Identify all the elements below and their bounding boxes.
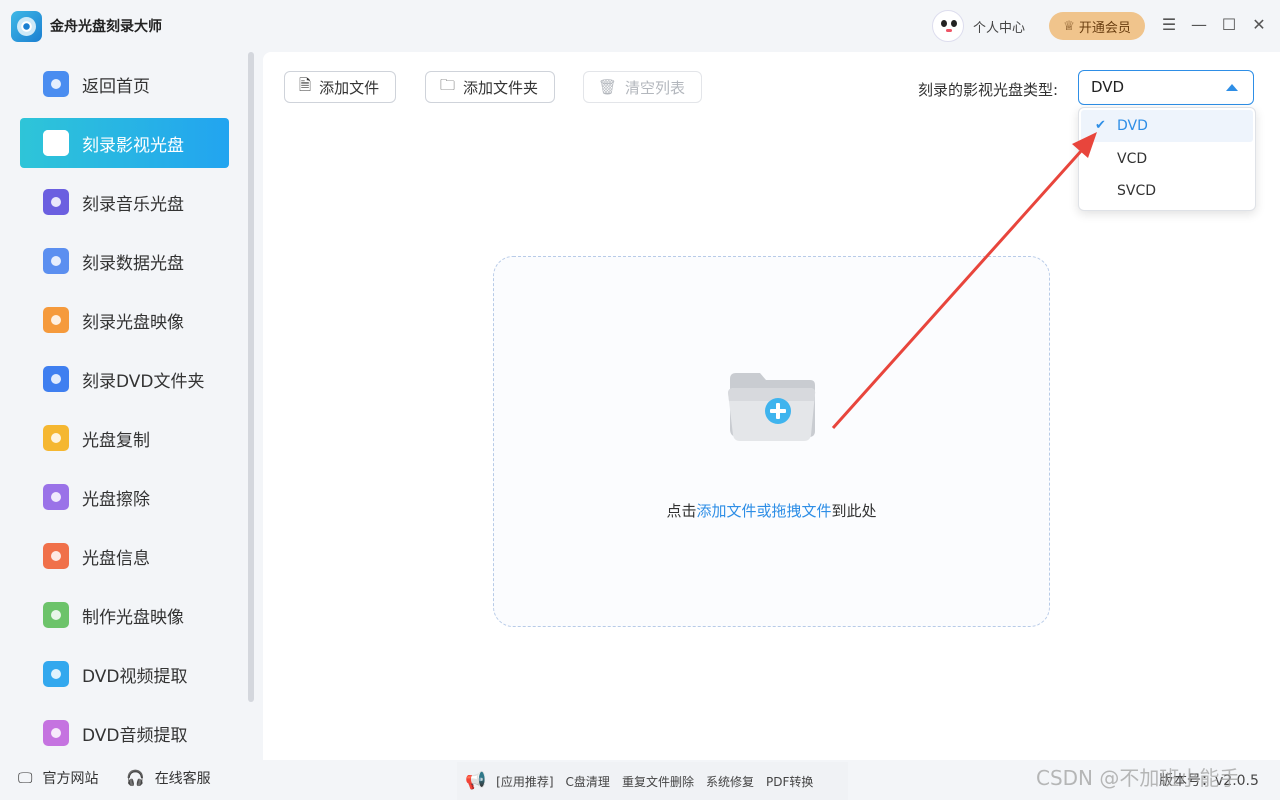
recommend-system-repair[interactable]: 系统修复	[706, 773, 754, 790]
add-file-label: 添加文件	[319, 78, 380, 97]
app-logo-icon	[11, 11, 42, 42]
dvd-audio-extract-icon	[43, 720, 69, 746]
disc-type-value: DVD	[1091, 78, 1125, 96]
user-center-button[interactable]: 个人中心	[932, 10, 1025, 42]
file-icon: 🗎	[299, 75, 312, 94]
sidebar-item-disc-erase[interactable]: 光盘擦除	[20, 472, 229, 522]
sidebar-item-label: 光盘信息	[82, 548, 150, 569]
online-support-link[interactable]: 🎧 在线客服	[126, 766, 211, 790]
add-folder-label: 添加文件夹	[463, 78, 539, 97]
sidebar-item-label: 刻录DVD文件夹	[82, 371, 205, 392]
main-panel: 🗎 添加文件 🗀 添加文件夹 🗑 清空列表 刻录的影视光盘类型: DVD ✔ D…	[263, 52, 1280, 760]
sidebar-item-dvd-folder[interactable]: 刻录DVD文件夹	[20, 354, 229, 404]
monitor-icon: 🖵	[18, 769, 33, 787]
make-image-icon	[43, 602, 69, 628]
clear-list-button[interactable]: 🗑 清空列表	[583, 71, 703, 103]
close-icon[interactable]: ✕	[1249, 14, 1269, 36]
drop-zone-hint: 点击添加文件或拖拽文件到此处	[666, 502, 877, 520]
menu-icon[interactable]: ☰	[1159, 14, 1179, 36]
sidebar: 返回首页刻录影视光盘 刻录音乐光盘 刻录数据光盘 刻录光盘映像 刻录DVD文件夹 光盘复制…	[0, 52, 256, 760]
title-bar: 金舟光盘刻录大师 个人中心 ♕ 开通会员 ☰ — ☐ ✕	[0, 0, 1280, 52]
sidebar-item-data-disc[interactable]: 刻录数据光盘	[20, 236, 229, 286]
sidebar-item-make-image[interactable]: 制作光盘映像	[20, 590, 229, 640]
recommend-c-drive-clean[interactable]: C盘清理	[566, 773, 610, 790]
add-file-link[interactable]: 添加文件或拖拽文件	[696, 502, 831, 520]
minimize-icon[interactable]: —	[1189, 14, 1209, 36]
sidebar-item-label: 刻录光盘映像	[82, 312, 184, 333]
home-icon	[43, 71, 69, 97]
sidebar-item-dvd-audio-extract[interactable]: DVD音频提取	[20, 708, 229, 758]
recommend-duplicate-remover[interactable]: 重复文件删除	[622, 773, 694, 790]
recommend-pdf-convert[interactable]: PDF转换	[766, 773, 813, 790]
folder-icon: 🗀	[440, 75, 456, 94]
recommend-tag: [应用推荐]	[496, 774, 554, 789]
sidebar-item-label: 刻录音乐光盘	[82, 194, 184, 215]
watermark: CSDN @不加班小能手	[1036, 766, 1240, 790]
add-file-button[interactable]: 🗎 添加文件	[284, 71, 397, 103]
file-drop-zone[interactable]: 点击添加文件或拖拽文件到此处	[493, 256, 1050, 627]
avatar	[932, 10, 964, 42]
sidebar-item-label: 光盘擦除	[82, 489, 150, 510]
disc-info-icon	[43, 543, 69, 569]
maximize-icon[interactable]: ☐	[1219, 14, 1239, 36]
crown-icon: ♕	[1063, 18, 1075, 34]
app-title: 金舟光盘刻录大师	[50, 19, 162, 35]
vip-label: 开通会员	[1078, 20, 1131, 36]
music-disc-icon	[43, 189, 69, 215]
disc-type-option-dvd[interactable]: ✔ DVD	[1081, 110, 1253, 142]
sidebar-item-dvd-video-extract[interactable]: DVD视频提取	[20, 649, 229, 699]
data-disc-icon	[43, 248, 69, 274]
dvd-video-extract-icon	[43, 661, 69, 687]
sidebar-item-disc-info[interactable]: 光盘信息	[20, 531, 229, 581]
sidebar-item-label: DVD视频提取	[82, 666, 188, 687]
headset-icon: 🎧	[126, 769, 145, 787]
disc-image-icon	[43, 307, 69, 333]
dvd-folder-icon	[43, 366, 69, 392]
sidebar-item-label: DVD音频提取	[82, 725, 188, 746]
sidebar-item-disc-copy[interactable]: 光盘复制	[20, 413, 229, 463]
app-recommend-bar: 📢 [应用推荐] C盘清理 重复文件删除 系统修复 PDF转换	[457, 762, 848, 800]
disc-type-option-svcd[interactable]: SVCD	[1081, 175, 1253, 207]
vip-button[interactable]: ♕ 开通会员	[1049, 12, 1145, 40]
clear-list-label: 清空列表	[625, 78, 686, 97]
sidebar-item-label: 光盘复制	[82, 430, 150, 451]
disc-type-dropdown: ✔ DVD VCD SVCD	[1078, 107, 1256, 211]
sidebar-scrollbar[interactable]	[248, 52, 254, 702]
sidebar-item-home[interactable]: 返回首页	[20, 59, 229, 109]
disc-erase-icon	[43, 484, 69, 510]
trash-icon: 🗑	[598, 78, 618, 96]
sidebar-item-video-disc[interactable]: 刻录影视光盘	[20, 118, 229, 168]
user-center-label: 个人中心	[973, 20, 1026, 36]
sidebar-item-label: 返回首页	[82, 76, 150, 97]
caret-up-icon	[1226, 84, 1238, 91]
add-folder-button[interactable]: 🗀 添加文件夹	[425, 71, 556, 103]
disc-type-label: 刻录的影视光盘类型:	[918, 81, 1059, 99]
sidebar-item-label: 刻录数据光盘	[82, 253, 184, 274]
sidebar-item-label: 刻录影视光盘	[82, 135, 184, 156]
add-folder-icon	[728, 373, 816, 441]
sidebar-item-label: 制作光盘映像	[82, 607, 184, 628]
check-icon: ✔	[1095, 118, 1106, 133]
video-disc-icon	[43, 130, 69, 156]
disc-type-option-vcd[interactable]: VCD	[1081, 143, 1253, 175]
disc-copy-icon	[43, 425, 69, 451]
sidebar-item-music-disc[interactable]: 刻录音乐光盘	[20, 177, 229, 227]
megaphone-icon: 📢	[465, 771, 487, 791]
sidebar-item-disc-image[interactable]: 刻录光盘映像	[20, 295, 229, 345]
official-website-link[interactable]: 🖵 官方网站	[18, 766, 98, 790]
disc-type-select[interactable]: DVD	[1078, 70, 1254, 105]
